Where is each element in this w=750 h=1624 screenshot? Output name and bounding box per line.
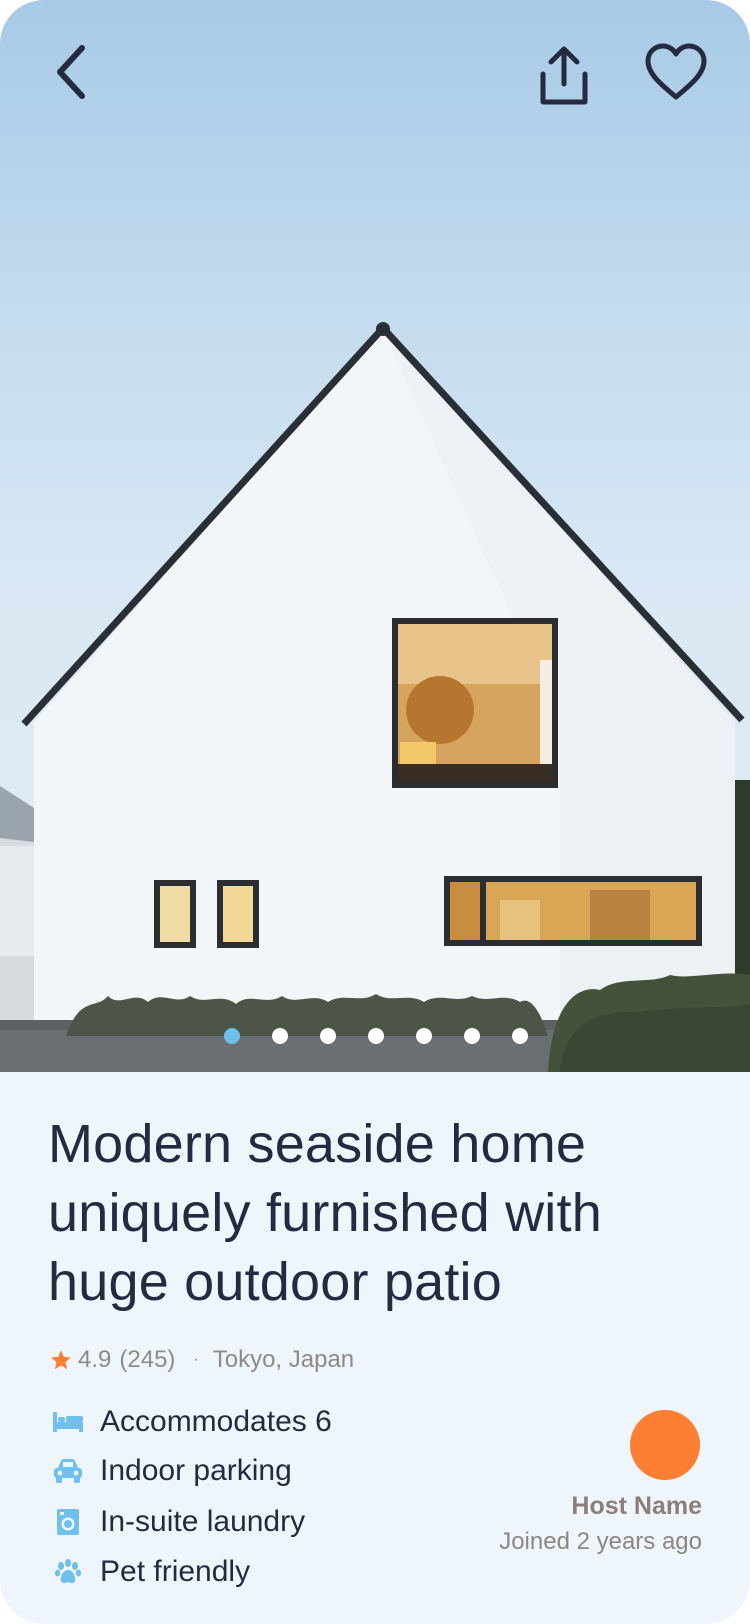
favorite-button[interactable] (638, 36, 714, 108)
chevron-left-icon (57, 45, 85, 99)
star-icon (51, 1350, 71, 1370)
washer-icon (52, 1506, 84, 1538)
host-info[interactable]: Host Name Joined 2 years ago (422, 1410, 702, 1570)
gallery-dot-3[interactable] (320, 1028, 336, 1044)
bed-icon (52, 1406, 84, 1438)
photo-gallery[interactable] (0, 0, 750, 1072)
gallery-dot-5[interactable] (416, 1028, 432, 1044)
host-name[interactable]: Host Name (571, 1492, 702, 1521)
share-button[interactable] (528, 36, 600, 116)
amenity-label: Indoor parking (100, 1454, 292, 1487)
rating-location-row: 4.9 (245) · Tokyo, Japan (50, 1342, 354, 1378)
gallery-dot-7[interactable] (512, 1028, 528, 1044)
gallery-dot-2[interactable] (272, 1028, 288, 1044)
gallery-dot-1[interactable] (224, 1028, 240, 1044)
review-count[interactable]: (245) (119, 1346, 175, 1374)
amenity-item: Indoor parking (52, 1451, 292, 1491)
listing-details: Modern seaside home uniquely furnished w… (0, 1072, 750, 1624)
share-icon (540, 46, 588, 105)
rating-value: 4.9 (78, 1346, 112, 1373)
host-joined: Joined 2 years ago (499, 1528, 702, 1555)
gallery-pagination (224, 1028, 528, 1044)
amenity-item: Accommodates 6 (52, 1402, 332, 1442)
house-photo (0, 322, 750, 1072)
back-button[interactable] (36, 36, 108, 108)
location-text: Tokyo, Japan (212, 1346, 355, 1373)
meta-separator: · (193, 1351, 199, 1368)
avatar[interactable] (630, 1410, 700, 1480)
gallery-dot-4[interactable] (368, 1028, 384, 1044)
amenity-label: Pet friendly (100, 1555, 251, 1588)
car-icon (52, 1455, 84, 1487)
amenity-item: Pet friendly (52, 1552, 250, 1592)
amenity-label: In-suite laundry (100, 1505, 306, 1538)
heart-icon (645, 43, 707, 100)
listing-screen: Modern seaside home uniquely furnished w… (0, 0, 750, 1624)
amenity-label: Accommodates 6 (100, 1405, 332, 1438)
paw-icon (52, 1556, 84, 1588)
amenity-item: In-suite laundry (52, 1502, 305, 1542)
gallery-dot-6[interactable] (464, 1028, 480, 1044)
listing-title: Modern seaside home uniquely furnished w… (48, 1114, 602, 1312)
